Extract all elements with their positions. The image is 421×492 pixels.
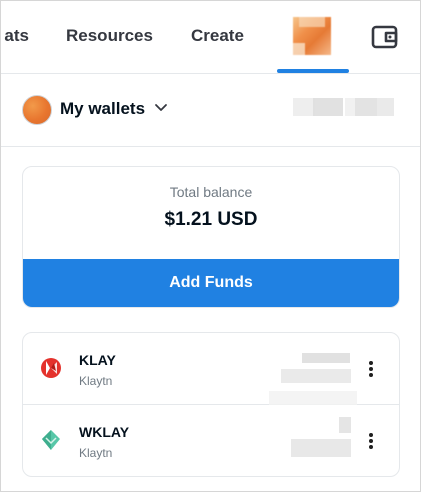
token-value-redacted [281,369,351,383]
token-network: Klaytn [79,374,113,388]
balance-card: Total balance $1.21 USD Add Funds [22,166,400,308]
wallet-address-redacted[interactable] [293,98,394,116]
token-row-wklay[interactable]: WKLAY Klaytn [23,405,399,476]
klay-token-icon [41,358,61,378]
nav-item-stats[interactable]: ats [1,25,29,47]
more-options-icon[interactable] [363,359,379,379]
nav-item-resources[interactable]: Resources [66,25,153,47]
total-balance-label: Total balance [169,184,253,200]
profile-avatar[interactable] [293,17,331,55]
nav-item-create[interactable]: Create [191,25,244,47]
token-row-klay[interactable]: KLAY Klaytn [23,333,399,405]
token-value-redacted-edge [269,391,357,405]
more-options-icon[interactable] [363,431,379,451]
wallet-icon[interactable] [370,22,400,52]
top-navigation: ats Resources Create [1,1,420,74]
active-tab-indicator [277,69,349,73]
wallet-selector[interactable]: My wallets [60,98,145,120]
wallet-avatar [22,95,52,125]
token-value-redacted [291,439,351,457]
wklay-token-icon [42,430,60,450]
add-funds-button[interactable]: Add Funds [23,259,399,307]
token-symbol: WKLAY [79,424,130,440]
token-list: KLAY Klaytn WKLAY Klaytn [22,332,400,477]
total-balance-value: $1.21 USD [164,209,258,230]
token-network: Klaytn [79,446,113,460]
token-amount-redacted [339,417,351,433]
wallet-selector-bar: My wallets [1,74,420,147]
token-amount-redacted [302,353,350,363]
wallet-panel: ats Resources Create My wallets Total ba… [0,0,421,492]
token-symbol: KLAY [79,352,116,368]
chevron-down-icon[interactable] [154,103,168,113]
